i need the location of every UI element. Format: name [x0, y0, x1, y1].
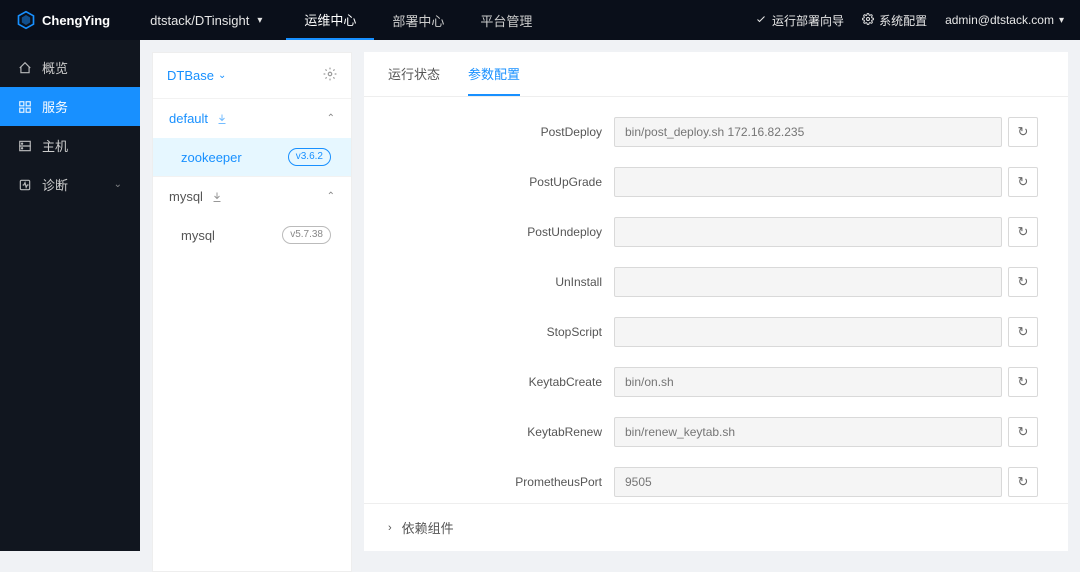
reset-button[interactable]: ↻: [1008, 317, 1038, 347]
reset-button[interactable]: ↻: [1008, 217, 1038, 247]
tree-root-label: DTBase: [167, 68, 214, 83]
tree-group-default[interactable]: default ⌃: [153, 98, 351, 138]
chevron-down-icon: ⌄: [114, 179, 122, 190]
postundeploy-input[interactable]: [614, 217, 1002, 247]
reset-button[interactable]: ↻: [1008, 417, 1038, 447]
uninstall-input[interactable]: [614, 267, 1002, 297]
app-icon: [18, 100, 32, 114]
row-prometheusport: PrometheusPort ↻: [394, 467, 1038, 497]
row-stopscript: StopScript ↻: [394, 317, 1038, 347]
version-badge: v5.7.38: [282, 226, 331, 244]
sidebar-label: 概览: [42, 58, 68, 77]
chevron-down-icon: ▾: [257, 15, 262, 26]
reload-icon: ↻: [1018, 424, 1029, 440]
keytabrenew-input[interactable]: [614, 417, 1002, 447]
reload-icon: ↻: [1018, 124, 1029, 140]
group-label: default: [169, 111, 208, 126]
reset-button[interactable]: ↻: [1008, 167, 1038, 197]
row-postundeploy: PostUndeploy ↻: [394, 217, 1038, 247]
param-label: PostDeploy: [394, 125, 614, 139]
sidebar-label: 服务: [42, 97, 68, 116]
main-panel: 运行状态 参数配置 PostDeploy ↻ PostUpGrade ↻: [364, 52, 1068, 551]
param-label: KeytabRenew: [394, 425, 614, 439]
group-label: mysql: [169, 189, 203, 204]
reload-icon: ↻: [1018, 474, 1029, 490]
logo-icon: [16, 10, 36, 30]
brand: ChengYing: [16, 10, 110, 30]
row-uninstall: UnInstall ↻: [394, 267, 1038, 297]
param-label: PrometheusPort: [394, 475, 614, 489]
postupgrade-input[interactable]: [614, 167, 1002, 197]
reload-icon: ↻: [1018, 324, 1029, 340]
brand-text: ChengYing: [42, 13, 110, 28]
version-badge: v3.6.2: [288, 148, 331, 166]
chevron-down-icon: ⌄: [218, 70, 226, 81]
topbar-right: 运行部署向导 系统配置 admin@dtstack.com ▾: [755, 12, 1064, 29]
sidebar-label: 主机: [42, 136, 68, 155]
system-settings-link[interactable]: 系统配置: [862, 12, 927, 29]
host-icon: [18, 139, 32, 153]
leaf-label: mysql: [181, 228, 215, 243]
sidebar-item-diagnose[interactable]: 诊断 ⌄: [0, 165, 140, 204]
row-keytabrenew: KeytabRenew ↻: [394, 417, 1038, 447]
nav-ops-center[interactable]: 运维中心: [286, 0, 374, 40]
reload-icon: ↻: [1018, 174, 1029, 190]
tree-group-mysql[interactable]: mysql ⌃: [153, 176, 351, 216]
tab-param-config[interactable]: 参数配置: [468, 64, 520, 96]
user-menu[interactable]: admin@dtstack.com ▾: [945, 13, 1064, 27]
keytabcreate-input[interactable]: [614, 367, 1002, 397]
gear-icon[interactable]: [323, 67, 337, 84]
prometheusport-input[interactable]: [614, 467, 1002, 497]
top-nav: 运维中心 部署中心 平台管理: [286, 0, 550, 40]
reload-icon: ↻: [1018, 374, 1029, 390]
reset-button[interactable]: ↻: [1008, 467, 1038, 497]
chevron-down-icon: ▾: [1059, 15, 1064, 26]
rocket-icon: [755, 13, 767, 28]
left-sidebar: 概览 服务 主机 诊断 ⌄: [0, 40, 140, 551]
download-icon: [211, 191, 223, 203]
chevron-up-icon: ⌃: [327, 191, 335, 202]
tree-root[interactable]: DTBase ⌄: [153, 53, 351, 98]
param-label: KeytabCreate: [394, 375, 614, 389]
param-label: PostUndeploy: [394, 225, 614, 239]
nav-platform-mgmt[interactable]: 平台管理: [462, 0, 550, 40]
row-postdeploy: PostDeploy ↻: [394, 117, 1038, 147]
param-label: StopScript: [394, 325, 614, 339]
reload-icon: ↻: [1018, 224, 1029, 240]
project-name: dtstack/DTinsight: [150, 13, 249, 28]
tree-leaf-zookeeper[interactable]: zookeeper v3.6.2: [153, 138, 351, 176]
download-icon: [216, 113, 228, 125]
reset-button[interactable]: ↻: [1008, 367, 1038, 397]
row-keytabcreate: KeytabCreate ↻: [394, 367, 1038, 397]
chevron-right-icon: ›: [388, 522, 392, 534]
sidebar-item-services[interactable]: 服务: [0, 87, 140, 126]
leaf-label: zookeeper: [181, 150, 242, 165]
accordion-label: 依赖组件: [402, 518, 454, 537]
reset-button[interactable]: ↻: [1008, 117, 1038, 147]
tab-run-status[interactable]: 运行状态: [388, 64, 440, 96]
service-tree: DTBase ⌄ default ⌃ zookeeper v3.6.2 mysq…: [152, 52, 352, 572]
deploy-guide-link[interactable]: 运行部署向导: [755, 12, 844, 29]
accordion-deps[interactable]: › 依赖组件: [364, 503, 1068, 551]
diag-icon: [18, 178, 32, 192]
param-label: PostUpGrade: [394, 175, 614, 189]
stopscript-input[interactable]: [614, 317, 1002, 347]
home-icon: [18, 61, 32, 75]
reload-icon: ↻: [1018, 274, 1029, 290]
postdeploy-input[interactable]: [614, 117, 1002, 147]
param-form: PostDeploy ↻ PostUpGrade ↻ PostUndeploy: [364, 97, 1068, 503]
nav-deploy-center[interactable]: 部署中心: [374, 0, 462, 40]
tabs: 运行状态 参数配置: [364, 52, 1068, 97]
topbar: ChengYing dtstack/DTinsight ▾ 运维中心 部署中心 …: [0, 0, 1080, 40]
sidebar-item-hosts[interactable]: 主机: [0, 126, 140, 165]
reset-button[interactable]: ↻: [1008, 267, 1038, 297]
tree-leaf-mysql[interactable]: mysql v5.7.38: [153, 216, 351, 254]
sidebar-label: 诊断: [42, 175, 68, 194]
param-label: UnInstall: [394, 275, 614, 289]
sidebar-item-overview[interactable]: 概览: [0, 48, 140, 87]
chevron-up-icon: ⌃: [327, 113, 335, 124]
project-selector[interactable]: dtstack/DTinsight ▾: [150, 13, 262, 28]
row-postupgrade: PostUpGrade ↻: [394, 167, 1038, 197]
gear-icon: [862, 13, 874, 28]
